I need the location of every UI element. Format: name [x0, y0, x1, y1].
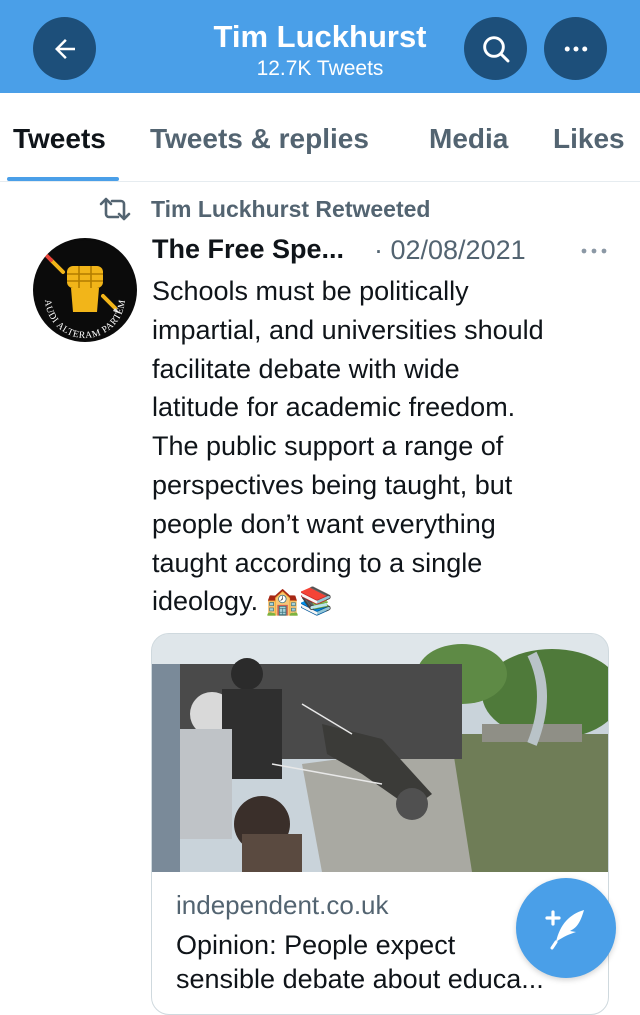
tab-likes[interactable]: Likes — [553, 123, 625, 155]
back-button[interactable] — [33, 17, 96, 80]
retweet-label[interactable]: Tim Luckhurst Retweeted — [151, 196, 430, 223]
tab-tweets[interactable]: Tweets — [13, 123, 106, 155]
tab-tweets-and-replies[interactable]: Tweets & replies — [150, 123, 369, 155]
search-icon — [482, 35, 509, 62]
retweet-icon — [99, 197, 131, 221]
tweet-date[interactable]: · 02/08/2021 — [374, 235, 526, 266]
profile-header: Tim Luckhurst 12.7K Tweets — [0, 0, 640, 93]
arrow-left-icon — [54, 38, 75, 59]
search-button[interactable] — [464, 17, 527, 80]
retweet-indicator: Tim Luckhurst Retweeted — [97, 195, 430, 223]
link-domain: independent.co.uk — [176, 890, 389, 920]
active-tab-indicator — [7, 177, 119, 181]
tweet-header: The Free Spe... · 02/08/2021 — [152, 234, 612, 268]
link-title: Opinion: People expect sensible debate a… — [176, 928, 576, 996]
compose-tweet-button[interactable] — [516, 878, 616, 978]
link-title-line-2: sensible debate about educa... — [176, 964, 544, 994]
more-options-button[interactable] — [544, 17, 607, 80]
avatar[interactable]: AUDI ALTERAM PARTEM — [33, 238, 137, 342]
more-horizontal-icon — [564, 46, 587, 51]
more-horizontal-icon — [581, 248, 607, 254]
fist-pencil-logo: AUDI ALTERAM PARTEM — [35, 240, 135, 341]
tweet-author-name[interactable]: The Free Spe... — [152, 234, 344, 265]
tweet-more-button[interactable] — [577, 234, 611, 268]
tweet-count: 12.7K Tweets — [256, 57, 384, 80]
profile-tabs: Tweets Tweets & replies Media Likes — [0, 93, 640, 182]
compose-tweet-icon — [545, 910, 584, 950]
profile-name: Tim Luckhurst — [213, 19, 427, 54]
tweet-text: Schools must be politically impartial, a… — [152, 276, 544, 617]
link-preview-image — [152, 634, 608, 872]
tab-media[interactable]: Media — [429, 123, 508, 155]
